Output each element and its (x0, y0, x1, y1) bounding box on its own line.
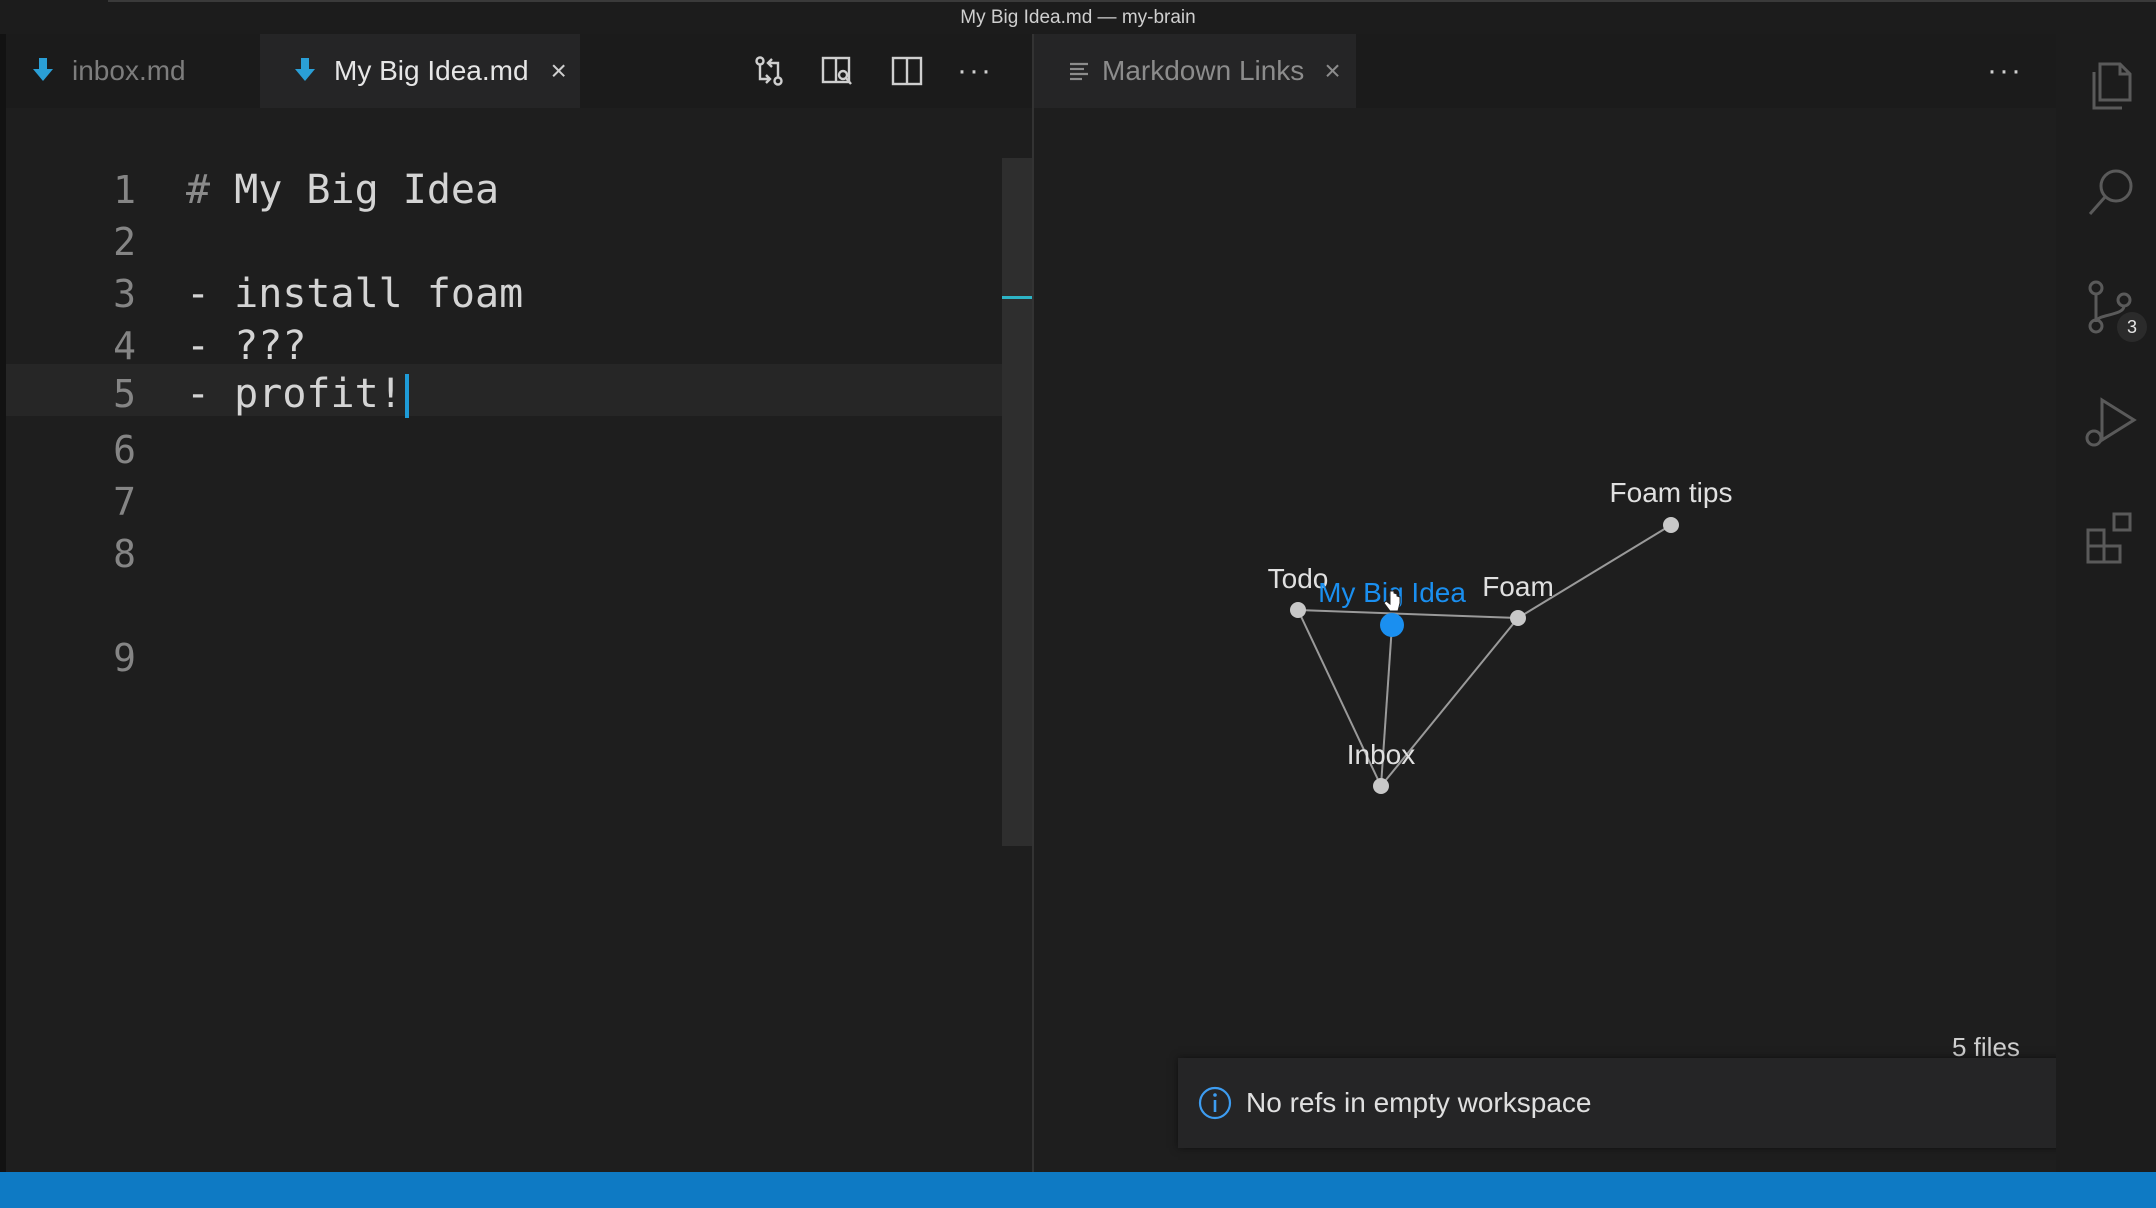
compare-changes-icon (755, 56, 783, 86)
tab-markdown-links[interactable]: Markdown Links × (1034, 34, 1356, 108)
editor-scrollbar[interactable] (1002, 158, 1032, 846)
editor-line: 1 # My Big Idea (6, 164, 1032, 216)
markdown-links-graph-panel: Foam tips Todo My Big Idea Foam Inbox (1034, 108, 2056, 1172)
explorer-icon[interactable] (2082, 56, 2140, 114)
run-debug-icon[interactable] (2082, 394, 2140, 452)
open-preview-to-side-button[interactable] (812, 34, 862, 108)
search-icon[interactable] (2082, 164, 2140, 222)
line-number: 5 (113, 372, 136, 416)
line-content: - profit! (186, 368, 409, 420)
more-actions-button[interactable]: ··· (950, 34, 1000, 108)
line-content: - install foam (186, 271, 524, 317)
window-title: My Big Idea.md — my-brain (0, 0, 2156, 34)
preview-icon (821, 56, 852, 85)
text-editor[interactable]: 1 # My Big Idea 2 3 - install foam 4 - ?… (6, 108, 1032, 1172)
tab-inbox[interactable]: inbox.md (32, 34, 186, 108)
editor-line: 9 (6, 632, 1032, 684)
line-number: 3 (113, 272, 136, 316)
tab-my-big-idea[interactable]: My Big Idea.md × (260, 34, 580, 108)
notification-toast[interactable]: No refs in empty workspace (1178, 1058, 2074, 1148)
source-control-badge: 3 (2117, 312, 2147, 342)
open-changes-button[interactable] (744, 34, 794, 108)
scrollbar-cursor-marker (1002, 296, 1032, 299)
text-cursor (404, 374, 409, 418)
heading-marker: # (186, 167, 211, 213)
graph-node-foam[interactable] (1510, 610, 1526, 626)
line-text: - profit! (186, 371, 403, 417)
close-icon[interactable]: × (1324, 55, 1340, 87)
editor-line: 8 (6, 528, 1032, 580)
line-number: 8 (113, 532, 136, 576)
status-bar (0, 1172, 2156, 1208)
graph-label-foam[interactable]: Foam (1482, 571, 1554, 602)
line-number: 6 (113, 428, 136, 472)
editor-line: 6 (6, 424, 1032, 476)
line-number: 1 (113, 168, 136, 212)
markdown-file-icon (295, 58, 315, 81)
notification-message: No refs in empty workspace (1246, 1087, 1592, 1118)
tab-my-big-idea-label: My Big Idea.md (334, 55, 529, 86)
graph-more-actions-button[interactable]: ··· (1980, 34, 2030, 108)
tab-inbox-label: inbox.md (72, 55, 186, 86)
link-graph[interactable]: Foam tipsTodoMy Big Idea FoamInbox (1034, 108, 2056, 1172)
graph-label-inbox[interactable]: Inbox (1347, 739, 1416, 770)
extensions-icon[interactable] (2082, 508, 2140, 566)
markdown-file-icon (33, 58, 53, 81)
tab-markdown-links-label: Markdown Links (1102, 55, 1305, 86)
graph-edge (1297, 609, 1519, 619)
graph-node-todo[interactable] (1290, 602, 1306, 618)
graph-node-my-big-idea[interactable] (1380, 613, 1404, 637)
close-icon[interactable]: × (551, 55, 567, 87)
editor-line: 7 (6, 476, 1032, 528)
line-content: # My Big Idea (186, 164, 499, 216)
graph-node-inbox[interactable] (1373, 778, 1389, 794)
split-editor-button[interactable] (882, 34, 932, 108)
line-number: 2 (113, 220, 136, 264)
info-icon (1198, 1086, 1232, 1120)
line-number: 9 (113, 636, 136, 680)
editor-line: 2 (6, 216, 1032, 268)
heading-text: My Big Idea (234, 167, 500, 213)
graph-node-foam-tips[interactable] (1663, 517, 1679, 533)
current-line: 5 - profit! (6, 364, 1032, 418)
line-number: 7 (113, 480, 136, 524)
editor-line: 3 - install foam (6, 268, 1032, 320)
list-icon (1070, 62, 1088, 81)
split-editor-icon (891, 56, 923, 86)
graph-label-foam-tips[interactable]: Foam tips (1610, 477, 1733, 508)
